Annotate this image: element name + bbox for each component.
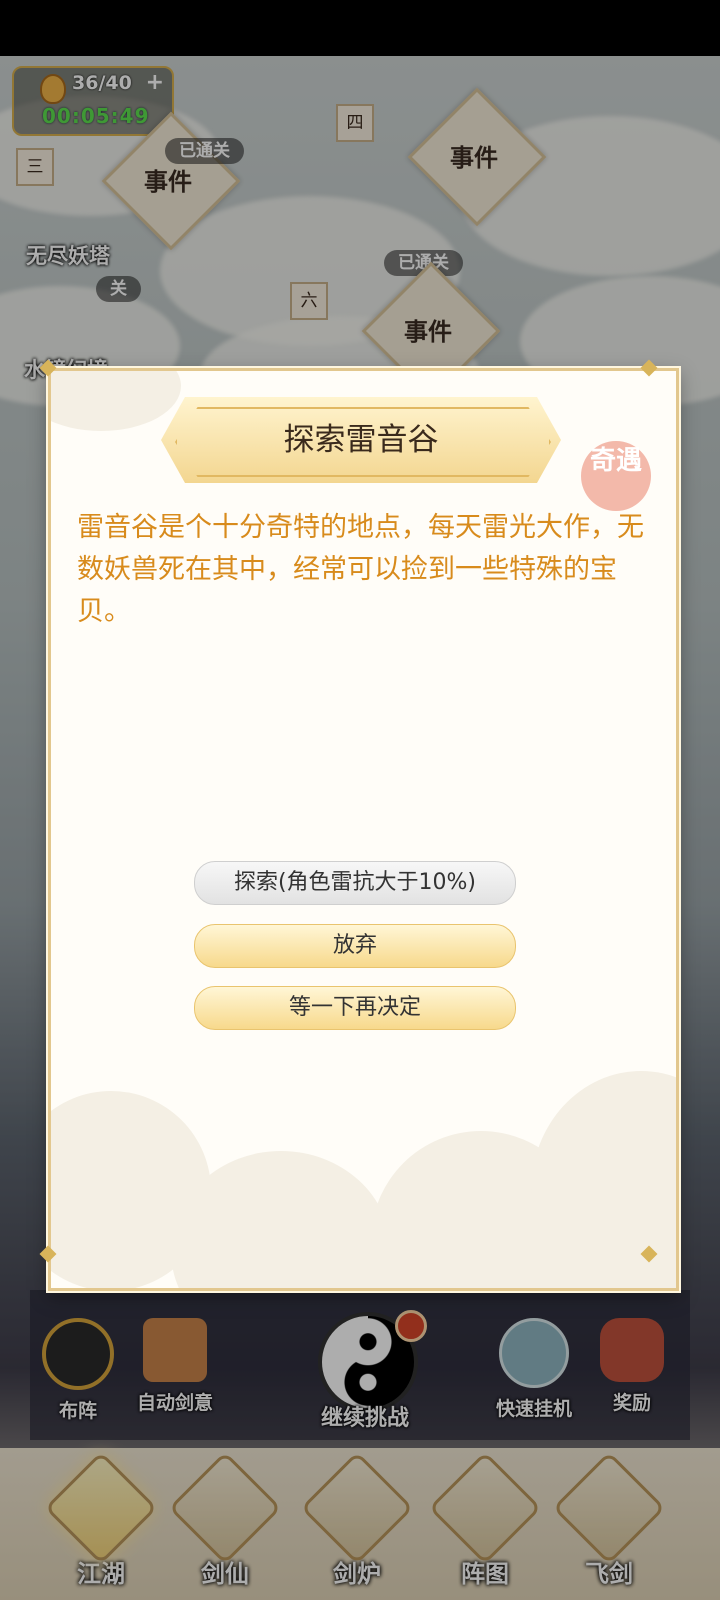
encounter-dialog: 探索雷音谷 奇遇 雷音谷是个十分奇特的地点，每天雷光大作，无数妖兽死在其中，经常… bbox=[48, 368, 679, 1291]
dialog-title: 探索雷音谷 bbox=[283, 422, 439, 458]
decide-later-button[interactable]: 等一下再决定 bbox=[194, 986, 516, 1030]
explore-option-button[interactable]: 探索(角色雷抗大于10%) bbox=[194, 861, 516, 905]
status-bar bbox=[0, 0, 720, 56]
dialog-description: 雷音谷是个十分奇特的地点，每天雷光大作，无数妖兽死在其中，经常可以捡到一些特殊的… bbox=[77, 512, 644, 627]
give-up-button[interactable]: 放弃 bbox=[194, 924, 516, 968]
encounter-seal: 奇遇 bbox=[581, 441, 651, 511]
